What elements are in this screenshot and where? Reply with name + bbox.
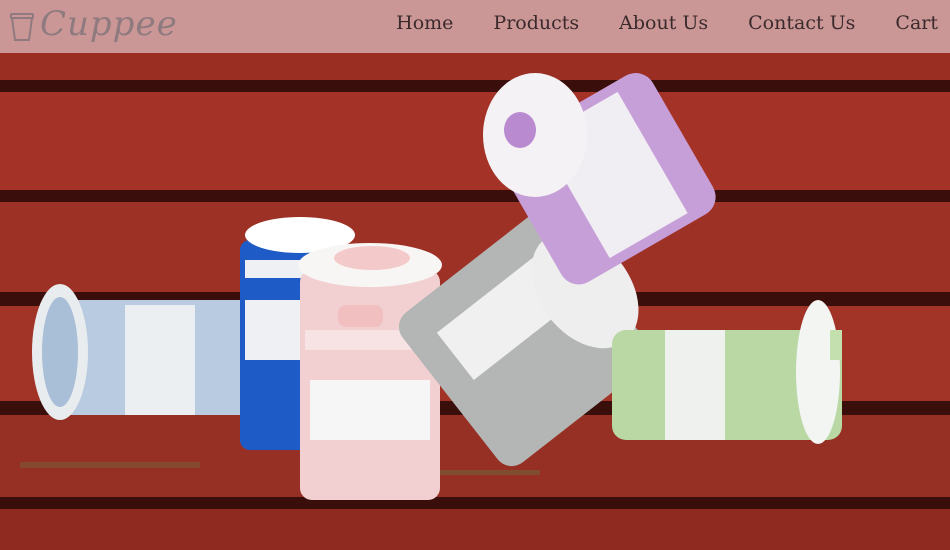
cup-light-blue bbox=[32, 284, 250, 420]
bench-photo bbox=[0, 0, 950, 550]
main-nav: Home Products About Us Contact Us Cart bbox=[396, 12, 938, 34]
nav-cart[interactable]: Cart bbox=[895, 12, 938, 34]
nav-products[interactable]: Products bbox=[493, 12, 579, 34]
top-navbar: Cuppee Home Products About Us Contact Us… bbox=[0, 0, 950, 53]
nav-contact-us[interactable]: Contact Us bbox=[748, 12, 855, 34]
nav-home[interactable]: Home bbox=[396, 12, 453, 34]
cup-pink bbox=[298, 243, 442, 500]
cup-icon bbox=[8, 12, 36, 46]
brand-logo[interactable]: Cuppee bbox=[8, 4, 177, 48]
nav-about-us[interactable]: About Us bbox=[619, 12, 708, 34]
hero-image bbox=[0, 0, 950, 550]
brand-name: Cuppee bbox=[40, 4, 178, 44]
